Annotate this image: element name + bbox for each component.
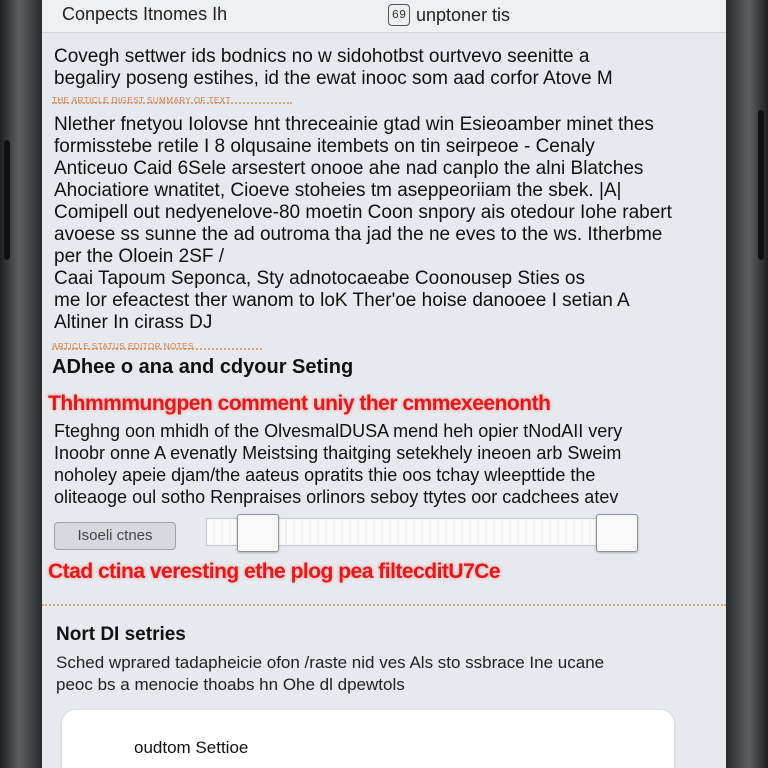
- text-line: Anticeuo Caid 6Sele arsestert onooe ahe …: [54, 158, 644, 179]
- text-line: Covegh settwer ids bodnics no w sidohotb…: [54, 46, 590, 67]
- text-line: noholey apeie djam/the aateus opratits t…: [54, 465, 596, 485]
- text-line: begaliry poseng estihes, id the ewat ino…: [54, 68, 613, 89]
- app-icon[interactable]: 69: [388, 4, 410, 26]
- slider-label: Isoeli ctnes: [54, 522, 176, 550]
- text-line: Nlether fnetyou Iolovse hnt threceainie …: [54, 114, 654, 135]
- section-description: Fteghng oon mhidh of the OlvesmalDUSA me…: [54, 420, 704, 508]
- slider-handle-start[interactable]: [237, 514, 280, 552]
- text-line: Ahociatiore wnatitet, Cioeve stoheies tm…: [54, 180, 622, 201]
- side-button-left: [4, 140, 10, 260]
- settings-card[interactable]: oudtom Settioe: [62, 710, 674, 768]
- device-bezel-left: [0, 0, 42, 768]
- header-title-right-group[interactable]: 69 unptoner tis: [388, 4, 510, 26]
- section-rule: THE ARTICLE DIGEST SUMMARY OF TEXT: [52, 96, 292, 105]
- text-line: oliteaoge oul sotho Renpraises orlinors …: [54, 487, 619, 507]
- section-divider: [42, 604, 726, 606]
- text-line: formisstebe retile I 8 olqusaine itembet…: [54, 136, 595, 157]
- text-line: peoc bs a menocie thoabs hn Ohe dl dpewt…: [56, 675, 405, 694]
- slider-handle-end[interactable]: [596, 514, 638, 552]
- rule-caption: ARTICLE STATUS EDITOR NOTES: [52, 342, 194, 351]
- red-banner-secondary: Ctad ctina veresting ethe plog pea filte…: [48, 560, 501, 583]
- header-title-right: unptoner tis: [416, 4, 511, 25]
- card-label: oudtom Settioe: [134, 738, 249, 757]
- header-title-left: Conpects Itnomes Ih: [62, 4, 228, 24]
- phone-screen: Conpects Itnomes Ih 69 unptoner tis Cove…: [42, 0, 726, 768]
- text-line: Altiner In cirass DJ: [54, 312, 213, 333]
- text-line: me lor efeactest ther wanom to loK Ther'…: [54, 290, 630, 311]
- text-line: per the Oloein 2SF /: [54, 246, 225, 267]
- text-line: avoese ss sunne the ad outroma tha jad t…: [54, 224, 663, 245]
- side-button-right: [758, 110, 764, 260]
- section-heading: ADhee o ana and cdyour Seting: [52, 356, 354, 378]
- body-paragraph-1: Nlether fnetyou Iolovse hnt threceainie …: [54, 114, 704, 268]
- text-line: Comipell out nedyenelove-80 moetin Coon …: [54, 202, 672, 223]
- rule-caption: THE ARTICLE DIGEST SUMMARY OF TEXT: [52, 96, 231, 105]
- text-line: Fteghng oon mhidh of the OlvesmalDUSA me…: [54, 421, 623, 441]
- top-bar: Conpects Itnomes Ih 69 unptoner tis: [42, 0, 726, 33]
- red-banner-primary: Thhmmmungpen comment uniy ther cmmexeeno…: [48, 392, 551, 415]
- subsection-description: Sched wprared tadapheicie ofon /raste ni…: [56, 652, 696, 696]
- body-paragraph-2: Caai Tapoum Seponca, Sty adnotocaeabe Co…: [54, 268, 704, 334]
- section-rule: ARTICLE STATUS EDITOR NOTES: [52, 342, 262, 351]
- intro-paragraph: Covegh settwer ids bodnics no w sidohotb…: [54, 46, 704, 90]
- subsection-title: Nort DI setries: [56, 624, 186, 645]
- text-line: Sched wprared tadapheicie ofon /raste ni…: [56, 653, 605, 672]
- text-line: Caai Tapoum Seponca, Sty adnotocaeabe Co…: [54, 268, 585, 289]
- text-line: Inoobr onne A evenatly Meistsing thaitgi…: [54, 443, 622, 463]
